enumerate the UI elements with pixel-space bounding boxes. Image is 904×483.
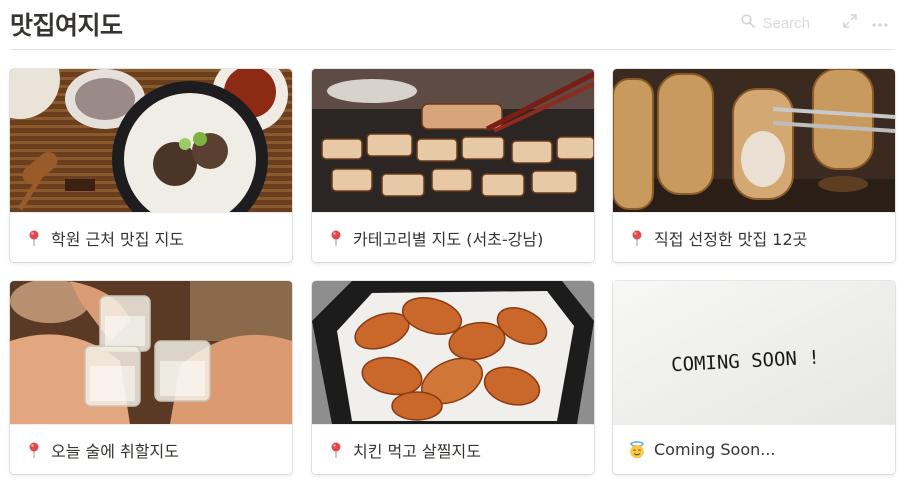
card-title: 오늘 술에 취할지도 — [51, 441, 179, 461]
card-caption: 오늘 술에 취할지도 — [10, 424, 292, 474]
gallery-card[interactable]: COMING SOON ! Coming Soon... — [613, 281, 895, 474]
round-pushpin-icon — [25, 441, 43, 459]
round-pushpin-icon — [327, 229, 345, 247]
search-button[interactable]: Search — [741, 14, 810, 32]
card-cover-image — [312, 281, 594, 424]
expand-icon — [843, 14, 857, 32]
card-title: 학원 근처 맛집 지도 — [51, 229, 185, 249]
gallery-toolbar: Search — [741, 13, 890, 33]
card-caption: 카테고리별 지도 (서초-강남) — [312, 212, 594, 262]
card-cover-image — [312, 69, 594, 212]
gallery-card[interactable]: 오늘 술에 취할지도 — [10, 281, 292, 474]
more-options-button[interactable] — [870, 13, 890, 33]
gallery-card[interactable]: 카테고리별 지도 (서초-강남) — [312, 69, 594, 262]
card-cover-image — [10, 69, 292, 212]
card-title: Coming Soon... — [654, 440, 776, 459]
card-caption: 직접 선정한 맛집 12곳 — [613, 212, 895, 262]
gallery-card[interactable]: 직접 선정한 맛집 12곳 — [613, 69, 895, 262]
smiling-face-with-halo-icon — [628, 440, 646, 459]
round-pushpin-icon — [628, 229, 646, 247]
expand-button[interactable] — [840, 13, 860, 33]
card-title: 카테고리별 지도 (서초-강남) — [353, 229, 544, 249]
card-caption: Coming Soon... — [613, 424, 895, 474]
card-cover-image: COMING SOON ! — [613, 281, 895, 424]
search-label: Search — [762, 14, 810, 32]
gallery-card[interactable]: 치킨 먹고 살찔지도 — [312, 281, 594, 474]
round-pushpin-icon — [327, 441, 345, 459]
round-pushpin-icon — [25, 229, 43, 247]
more-icon — [872, 15, 888, 31]
card-title: 직접 선정한 맛집 12곳 — [654, 229, 808, 249]
card-cover-image — [10, 281, 292, 424]
search-icon — [741, 14, 756, 32]
card-cover-image — [613, 69, 895, 212]
card-title: 치킨 먹고 살찔지도 — [353, 441, 481, 461]
card-caption: 치킨 먹고 살찔지도 — [312, 424, 594, 474]
gallery-card[interactable]: 학원 근처 맛집 지도 — [10, 69, 292, 262]
card-caption: 학원 근처 맛집 지도 — [10, 212, 292, 262]
page-header: 맛집여지도 Search — [10, 0, 894, 50]
page-title: 맛집여지도 — [10, 11, 123, 40]
